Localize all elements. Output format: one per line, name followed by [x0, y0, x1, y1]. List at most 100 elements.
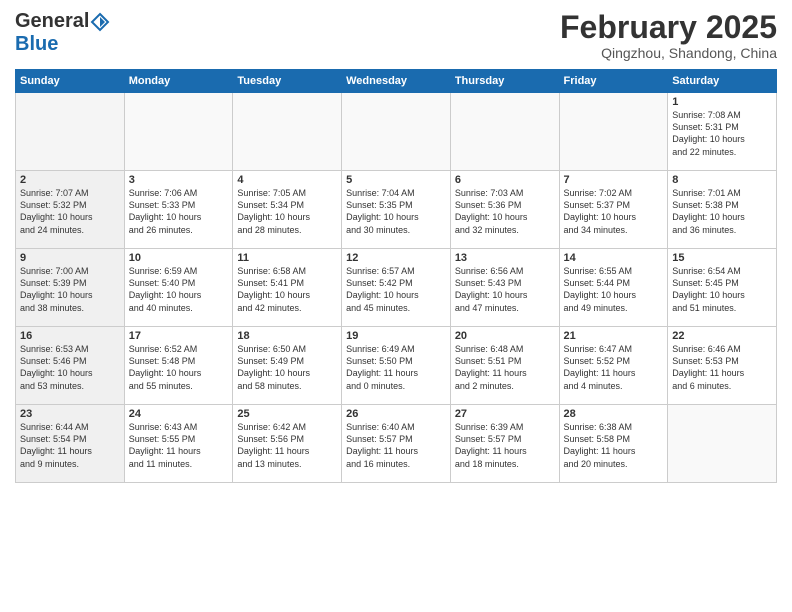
- day-number: 4: [237, 174, 337, 186]
- day-number: 9: [20, 252, 120, 264]
- week-row-5: 23Sunrise: 6:44 AM Sunset: 5:54 PM Dayli…: [16, 405, 777, 483]
- calendar-cell: 2Sunrise: 7:07 AM Sunset: 5:32 PM Daylig…: [16, 171, 125, 249]
- day-number: 16: [20, 330, 120, 342]
- day-info: Sunrise: 6:47 AM Sunset: 5:52 PM Dayligh…: [564, 343, 664, 392]
- calendar-cell: [559, 93, 668, 171]
- calendar-cell: 18Sunrise: 6:50 AM Sunset: 5:49 PM Dayli…: [233, 327, 342, 405]
- day-number: 6: [455, 174, 555, 186]
- calendar-cell: 4Sunrise: 7:05 AM Sunset: 5:34 PM Daylig…: [233, 171, 342, 249]
- calendar-cell: 15Sunrise: 6:54 AM Sunset: 5:45 PM Dayli…: [668, 249, 777, 327]
- weekday-header-friday: Friday: [559, 70, 668, 93]
- logo-blue-text: Blue: [15, 33, 58, 56]
- header: General Blue February 2025 Qingzhou, Sha…: [15, 10, 777, 61]
- calendar-cell: 28Sunrise: 6:38 AM Sunset: 5:58 PM Dayli…: [559, 405, 668, 483]
- weekday-header-monday: Monday: [124, 70, 233, 93]
- day-info: Sunrise: 7:06 AM Sunset: 5:33 PM Dayligh…: [129, 187, 229, 236]
- day-info: Sunrise: 7:05 AM Sunset: 5:34 PM Dayligh…: [237, 187, 337, 236]
- calendar-cell: 21Sunrise: 6:47 AM Sunset: 5:52 PM Dayli…: [559, 327, 668, 405]
- day-number: 23: [20, 408, 120, 420]
- weekday-header-row: SundayMondayTuesdayWednesdayThursdayFrid…: [16, 70, 777, 93]
- day-info: Sunrise: 6:58 AM Sunset: 5:41 PM Dayligh…: [237, 265, 337, 314]
- calendar-cell: 19Sunrise: 6:49 AM Sunset: 5:50 PM Dayli…: [342, 327, 451, 405]
- day-number: 14: [564, 252, 664, 264]
- calendar-cell: 25Sunrise: 6:42 AM Sunset: 5:56 PM Dayli…: [233, 405, 342, 483]
- calendar-cell: 12Sunrise: 6:57 AM Sunset: 5:42 PM Dayli…: [342, 249, 451, 327]
- logo-general-text: General: [15, 10, 89, 33]
- weekday-header-tuesday: Tuesday: [233, 70, 342, 93]
- day-number: 8: [672, 174, 772, 186]
- day-info: Sunrise: 6:43 AM Sunset: 5:55 PM Dayligh…: [129, 421, 229, 470]
- calendar-cell: 6Sunrise: 7:03 AM Sunset: 5:36 PM Daylig…: [450, 171, 559, 249]
- calendar-cell: 1Sunrise: 7:08 AM Sunset: 5:31 PM Daylig…: [668, 93, 777, 171]
- day-info: Sunrise: 6:50 AM Sunset: 5:49 PM Dayligh…: [237, 343, 337, 392]
- day-number: 13: [455, 252, 555, 264]
- day-number: 24: [129, 408, 229, 420]
- day-number: 26: [346, 408, 446, 420]
- calendar-cell: 24Sunrise: 6:43 AM Sunset: 5:55 PM Dayli…: [124, 405, 233, 483]
- calendar-cell: 7Sunrise: 7:02 AM Sunset: 5:37 PM Daylig…: [559, 171, 668, 249]
- calendar-cell: 22Sunrise: 6:46 AM Sunset: 5:53 PM Dayli…: [668, 327, 777, 405]
- week-row-3: 9Sunrise: 7:00 AM Sunset: 5:39 PM Daylig…: [16, 249, 777, 327]
- calendar-cell: 23Sunrise: 6:44 AM Sunset: 5:54 PM Dayli…: [16, 405, 125, 483]
- weekday-header-sunday: Sunday: [16, 70, 125, 93]
- calendar-cell: 14Sunrise: 6:55 AM Sunset: 5:44 PM Dayli…: [559, 249, 668, 327]
- day-info: Sunrise: 6:48 AM Sunset: 5:51 PM Dayligh…: [455, 343, 555, 392]
- day-number: 22: [672, 330, 772, 342]
- day-info: Sunrise: 6:40 AM Sunset: 5:57 PM Dayligh…: [346, 421, 446, 470]
- calendar-cell: 27Sunrise: 6:39 AM Sunset: 5:57 PM Dayli…: [450, 405, 559, 483]
- calendar-cell: 11Sunrise: 6:58 AM Sunset: 5:41 PM Dayli…: [233, 249, 342, 327]
- calendar-cell: 13Sunrise: 6:56 AM Sunset: 5:43 PM Dayli…: [450, 249, 559, 327]
- day-info: Sunrise: 6:59 AM Sunset: 5:40 PM Dayligh…: [129, 265, 229, 314]
- day-info: Sunrise: 6:38 AM Sunset: 5:58 PM Dayligh…: [564, 421, 664, 470]
- calendar-cell: 9Sunrise: 7:00 AM Sunset: 5:39 PM Daylig…: [16, 249, 125, 327]
- weekday-header-saturday: Saturday: [668, 70, 777, 93]
- day-number: 1: [672, 96, 772, 108]
- calendar-cell: 5Sunrise: 7:04 AM Sunset: 5:35 PM Daylig…: [342, 171, 451, 249]
- month-title: February 2025: [560, 10, 777, 45]
- day-number: 2: [20, 174, 120, 186]
- calendar-cell: 3Sunrise: 7:06 AM Sunset: 5:33 PM Daylig…: [124, 171, 233, 249]
- calendar-cell: [668, 405, 777, 483]
- logo-icon: [90, 12, 110, 32]
- weekday-header-wednesday: Wednesday: [342, 70, 451, 93]
- calendar-cell: 10Sunrise: 6:59 AM Sunset: 5:40 PM Dayli…: [124, 249, 233, 327]
- day-number: 15: [672, 252, 772, 264]
- day-info: Sunrise: 6:54 AM Sunset: 5:45 PM Dayligh…: [672, 265, 772, 314]
- day-number: 3: [129, 174, 229, 186]
- day-info: Sunrise: 6:44 AM Sunset: 5:54 PM Dayligh…: [20, 421, 120, 470]
- day-info: Sunrise: 6:55 AM Sunset: 5:44 PM Dayligh…: [564, 265, 664, 314]
- calendar-cell: 8Sunrise: 7:01 AM Sunset: 5:38 PM Daylig…: [668, 171, 777, 249]
- calendar-cell: 20Sunrise: 6:48 AM Sunset: 5:51 PM Dayli…: [450, 327, 559, 405]
- day-number: 7: [564, 174, 664, 186]
- calendar-cell: 16Sunrise: 6:53 AM Sunset: 5:46 PM Dayli…: [16, 327, 125, 405]
- week-row-4: 16Sunrise: 6:53 AM Sunset: 5:46 PM Dayli…: [16, 327, 777, 405]
- day-info: Sunrise: 6:49 AM Sunset: 5:50 PM Dayligh…: [346, 343, 446, 392]
- day-number: 18: [237, 330, 337, 342]
- day-info: Sunrise: 7:04 AM Sunset: 5:35 PM Dayligh…: [346, 187, 446, 236]
- day-number: 20: [455, 330, 555, 342]
- calendar-cell: [342, 93, 451, 171]
- day-number: 10: [129, 252, 229, 264]
- day-number: 5: [346, 174, 446, 186]
- weekday-header-thursday: Thursday: [450, 70, 559, 93]
- day-number: 27: [455, 408, 555, 420]
- day-number: 19: [346, 330, 446, 342]
- day-info: Sunrise: 7:02 AM Sunset: 5:37 PM Dayligh…: [564, 187, 664, 236]
- day-info: Sunrise: 7:07 AM Sunset: 5:32 PM Dayligh…: [20, 187, 120, 236]
- day-number: 17: [129, 330, 229, 342]
- day-info: Sunrise: 6:56 AM Sunset: 5:43 PM Dayligh…: [455, 265, 555, 314]
- week-row-2: 2Sunrise: 7:07 AM Sunset: 5:32 PM Daylig…: [16, 171, 777, 249]
- day-info: Sunrise: 7:08 AM Sunset: 5:31 PM Dayligh…: [672, 109, 772, 158]
- title-section: February 2025 Qingzhou, Shandong, China: [560, 10, 777, 61]
- day-info: Sunrise: 6:52 AM Sunset: 5:48 PM Dayligh…: [129, 343, 229, 392]
- day-info: Sunrise: 6:46 AM Sunset: 5:53 PM Dayligh…: [672, 343, 772, 392]
- calendar-table: SundayMondayTuesdayWednesdayThursdayFrid…: [15, 69, 777, 483]
- location: Qingzhou, Shandong, China: [560, 45, 777, 61]
- day-info: Sunrise: 7:01 AM Sunset: 5:38 PM Dayligh…: [672, 187, 772, 236]
- day-info: Sunrise: 6:39 AM Sunset: 5:57 PM Dayligh…: [455, 421, 555, 470]
- day-info: Sunrise: 6:42 AM Sunset: 5:56 PM Dayligh…: [237, 421, 337, 470]
- calendar-cell: 26Sunrise: 6:40 AM Sunset: 5:57 PM Dayli…: [342, 405, 451, 483]
- day-info: Sunrise: 6:53 AM Sunset: 5:46 PM Dayligh…: [20, 343, 120, 392]
- week-row-1: 1Sunrise: 7:08 AM Sunset: 5:31 PM Daylig…: [16, 93, 777, 171]
- calendar-cell: [16, 93, 125, 171]
